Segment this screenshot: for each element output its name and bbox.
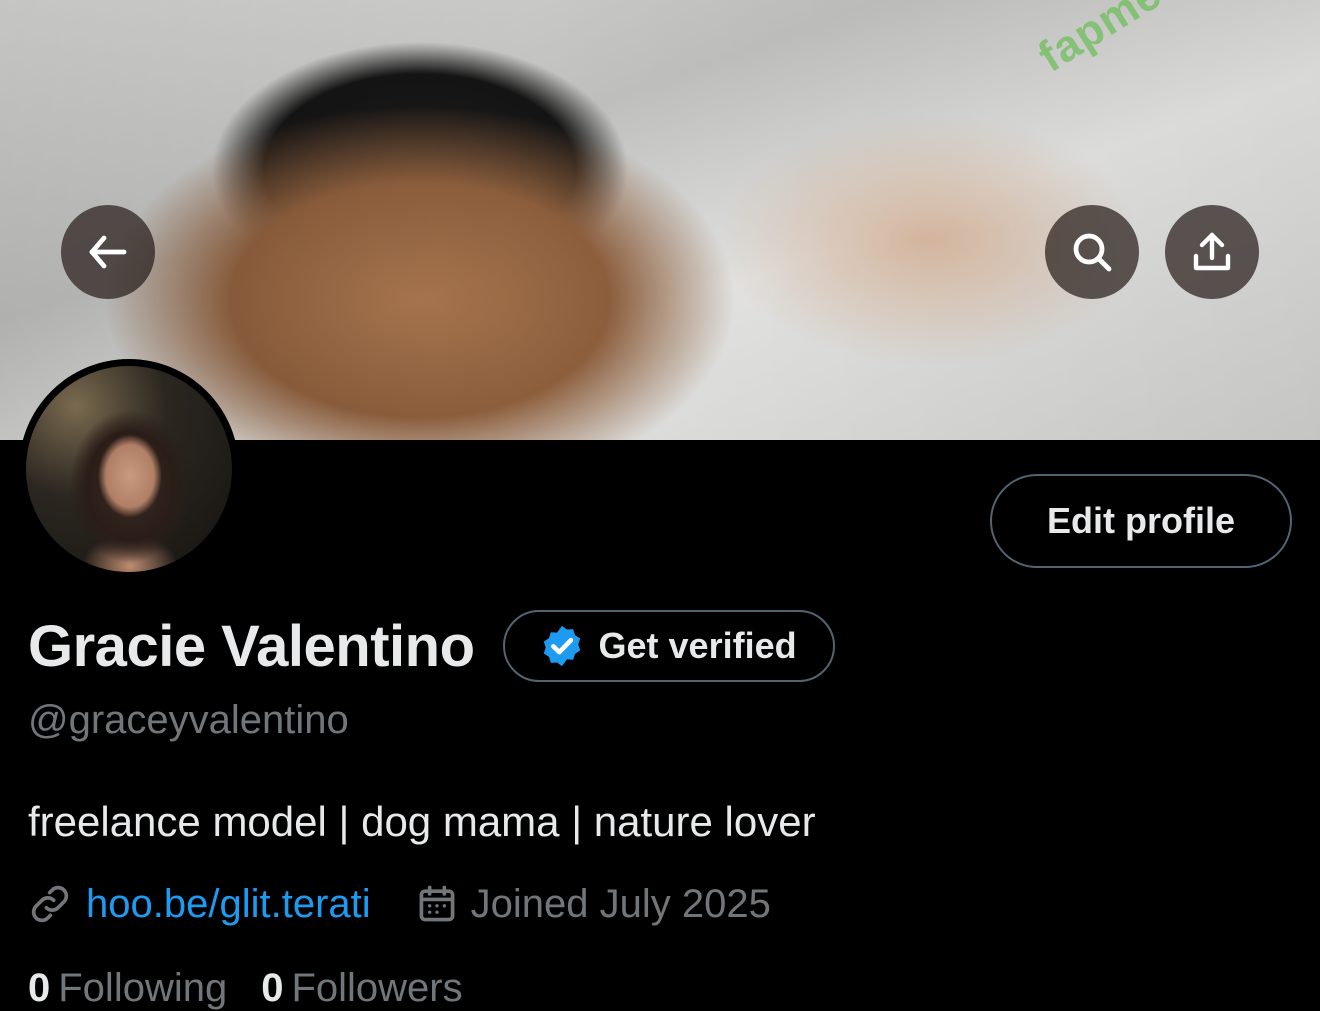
link-icon xyxy=(31,885,69,923)
followers-count: 0 xyxy=(261,966,284,1010)
following-count: 0 xyxy=(28,966,51,1010)
user-handle: @graceyvalentino xyxy=(28,698,349,742)
profile-avatar[interactable] xyxy=(19,359,239,579)
following-label: Following xyxy=(58,966,228,1010)
edit-profile-button[interactable]: Edit profile xyxy=(990,474,1292,568)
follow-stats: 0 Following 0 Followers xyxy=(28,966,463,1011)
arrow-left-icon xyxy=(89,235,127,269)
profile-bio: freelance model | dog mama | nature love… xyxy=(28,798,816,845)
avatar-photo xyxy=(26,366,232,572)
share-upload-icon xyxy=(1193,232,1231,271)
search-button[interactable] xyxy=(1045,205,1139,299)
profile-banner[interactable]: fapmenu.com xyxy=(0,0,1320,440)
verified-badge-icon xyxy=(543,625,580,667)
profile-link[interactable]: hoo.be/glit.terati xyxy=(86,882,371,927)
get-verified-button[interactable]: Get verified xyxy=(502,610,835,682)
name-row: Gracie Valentino Get verified xyxy=(28,606,835,686)
get-verified-label: Get verified xyxy=(598,625,797,666)
calendar-icon xyxy=(419,885,455,922)
following-stat[interactable]: 0 Following xyxy=(28,966,227,1011)
joined-label: Joined July 2025 xyxy=(470,881,771,926)
display-name: Gracie Valentino xyxy=(28,613,475,679)
search-icon xyxy=(1073,233,1112,272)
profile-meta: hoo.be/glit.terati Joined July 2025 xyxy=(28,878,771,930)
back-button[interactable] xyxy=(61,205,155,299)
followers-stat[interactable]: 0 Followers xyxy=(261,966,462,1011)
share-button[interactable] xyxy=(1165,205,1259,299)
join-date: Joined July 2025 xyxy=(415,882,771,927)
followers-label: Followers xyxy=(291,966,463,1010)
